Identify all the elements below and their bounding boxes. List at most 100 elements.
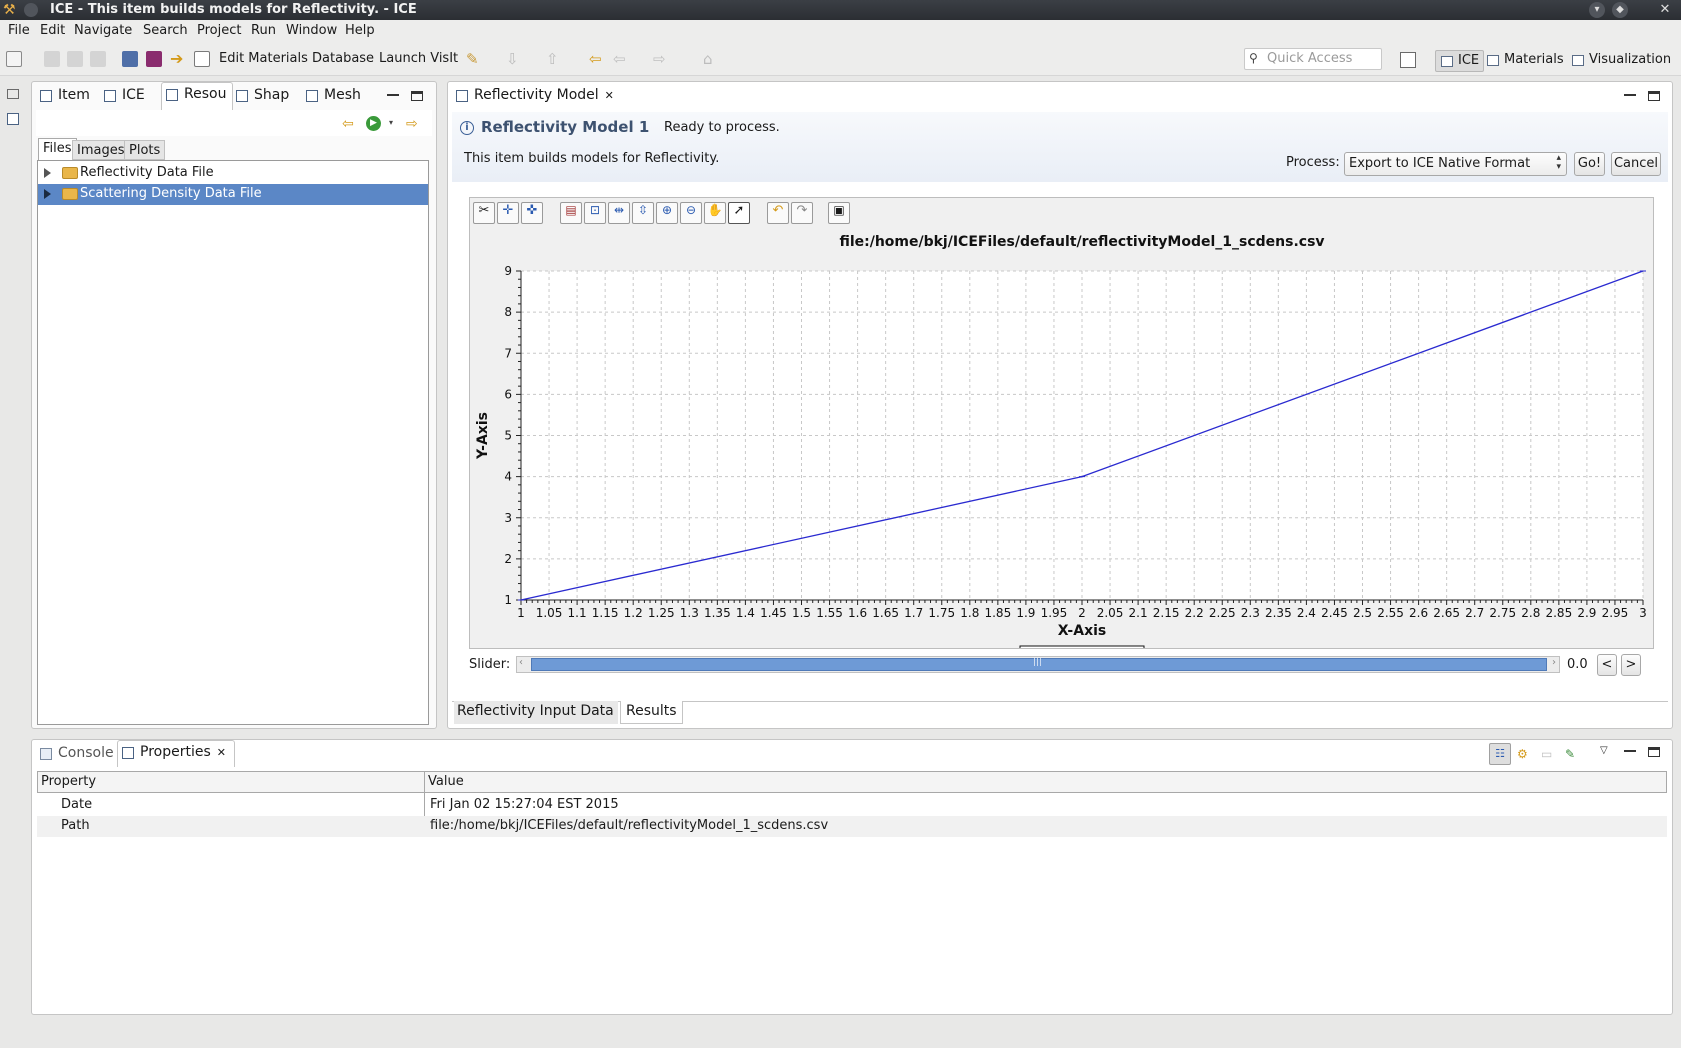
close-tab-icon[interactable]: ✕: [605, 89, 614, 102]
slider-right-arrow-icon[interactable]: ›: [1552, 657, 1556, 668]
cancel-button[interactable]: Cancel: [1611, 152, 1661, 176]
window-menu-button[interactable]: [24, 3, 38, 17]
table-row[interactable]: Path file:/home/bkj/ICEFiles/default/ref…: [37, 816, 1667, 837]
perspective-visualization[interactable]: Visualization: [1567, 50, 1675, 72]
menu-navigate[interactable]: Navigate: [74, 23, 132, 38]
editor-maximize-icon[interactable]: [1648, 91, 1660, 101]
process-select[interactable]: Export to ICE Native Format ▴ ▾: [1344, 152, 1567, 176]
tab-mesh[interactable]: Mesh: [302, 84, 361, 108]
close-tab-icon[interactable]: ✕: [217, 746, 226, 759]
tab-results[interactable]: Results: [620, 701, 683, 724]
redo-icon[interactable]: ↷: [791, 202, 813, 224]
bottom-maximize-icon[interactable]: [1648, 747, 1660, 757]
menu-project[interactable]: Project: [197, 23, 241, 38]
go-button[interactable]: Go!: [1574, 152, 1605, 176]
restore-icon[interactable]: [7, 89, 19, 99]
forward-icon[interactable]: ⇨: [653, 51, 669, 67]
snapshot-icon[interactable]: ▣: [828, 202, 850, 224]
zoom-out-icon[interactable]: ⊖: [680, 202, 702, 224]
expand-arrow-icon[interactable]: [44, 189, 51, 199]
add-cursor-icon[interactable]: ✛: [497, 202, 519, 224]
pan-hand-icon[interactable]: ✋: [704, 202, 726, 224]
new-icon[interactable]: [6, 51, 22, 67]
tab-properties[interactable]: Properties ✕: [117, 740, 235, 767]
slider-left-arrow-icon[interactable]: ‹: [519, 657, 523, 668]
close-window-button[interactable]: ✕: [1657, 2, 1673, 18]
left-minimize-icon[interactable]: [387, 92, 399, 96]
maximize-window-button[interactable]: ◆: [1612, 2, 1628, 18]
edit-materials-database-button[interactable]: Edit Materials Database: [219, 51, 374, 66]
tab-item[interactable]: Item: [36, 84, 90, 108]
show-advanced-icon[interactable]: ⚙: [1517, 747, 1528, 761]
pin-properties-icon[interactable]: ✎: [1565, 747, 1575, 761]
table-row[interactable]: Date Fri Jan 02 15:27:04 EST 2015: [37, 795, 1667, 816]
tab-resources[interactable]: Resou: [161, 82, 234, 110]
tree-item-scattering-density-data-file[interactable]: Scattering Density Data File: [38, 184, 428, 205]
play-dropdown-icon[interactable]: ▾: [389, 118, 393, 127]
slider-prev-button[interactable]: <: [1597, 654, 1617, 676]
slider-next-button[interactable]: >: [1621, 654, 1641, 676]
tab-reflectivity-model[interactable]: Reflectivity Model ✕: [452, 84, 614, 108]
tab-ice[interactable]: ICE: [100, 84, 145, 108]
launch-visit-button[interactable]: Launch VisIt: [379, 51, 458, 66]
back-arrow-icon[interactable]: ⇦: [342, 116, 354, 132]
view-menu-icon[interactable]: ▽: [1600, 745, 1608, 756]
forward-arrow-icon[interactable]: ⇨: [406, 116, 418, 132]
restore-default-icon[interactable]: ▭: [1541, 747, 1552, 761]
menu-edit[interactable]: Edit: [40, 23, 65, 38]
bottom-minimize-icon[interactable]: [1624, 748, 1636, 752]
xy-plot[interactable]: 1 1.05 1.1 1.15 1.2 1.25 1.3 1.35 1.4 1.45 1.5 1.55…: [469, 228, 1653, 648]
quick-access-input[interactable]: ⚲ Quick Access: [1244, 48, 1382, 70]
menu-file[interactable]: File: [8, 23, 30, 38]
images-subtab[interactable]: Images: [72, 140, 130, 160]
cut-icon[interactable]: ✂: [473, 202, 495, 224]
files-subtab[interactable]: Files: [38, 138, 77, 160]
open-perspective-icon[interactable]: [1400, 52, 1416, 68]
menu-help[interactable]: Help: [345, 23, 375, 38]
perspective-materials[interactable]: Materials: [1482, 50, 1568, 72]
zoom-in-icon[interactable]: ⊕: [656, 202, 678, 224]
zoom-rect-icon[interactable]: ⊡: [584, 202, 606, 224]
prev-annotation-icon[interactable]: ⇧: [546, 51, 562, 67]
minimize-window-button[interactable]: ▾: [1589, 2, 1605, 18]
wand-icon[interactable]: ✎: [466, 51, 482, 67]
show-categories-icon[interactable]: ☷: [1489, 743, 1511, 765]
menu-run[interactable]: Run: [251, 23, 276, 38]
save-all-icon[interactable]: [67, 51, 83, 67]
header-value[interactable]: Value: [428, 774, 464, 789]
minimized-view-icon[interactable]: [7, 113, 19, 125]
editor-minimize-icon[interactable]: [1624, 92, 1636, 96]
tab-shapes[interactable]: Shap: [232, 84, 289, 108]
menu-bar: File Edit Navigate Search Project Run Wi…: [0, 20, 1681, 42]
zoom-vertical-icon[interactable]: ⇳: [632, 202, 654, 224]
plots-subtab[interactable]: Plots: [124, 140, 166, 160]
slider-track[interactable]: ‹ ||| ›: [516, 656, 1560, 673]
tree-item-label: Reflectivity Data File: [80, 165, 214, 180]
tab-reflectivity-input-data[interactable]: Reflectivity Input Data: [454, 701, 618, 724]
autoscale-icon[interactable]: ▤: [560, 202, 582, 224]
print-icon[interactable]: [90, 51, 106, 67]
import-icon[interactable]: [122, 51, 138, 67]
last-edit-icon[interactable]: ⇦: [589, 51, 605, 67]
pin-editor-icon[interactable]: ⌂: [703, 51, 719, 67]
menu-window[interactable]: Window: [286, 23, 337, 38]
document-icon[interactable]: [194, 51, 210, 67]
remove-cursor-icon[interactable]: ✜: [521, 202, 543, 224]
next-annotation-icon[interactable]: ⇩: [506, 51, 522, 67]
grid-icon[interactable]: [146, 51, 162, 67]
left-maximize-icon[interactable]: [411, 91, 423, 101]
pointer-icon[interactable]: ➚: [728, 202, 750, 224]
tab-console[interactable]: Console: [36, 742, 114, 766]
undo-icon[interactable]: ↶: [767, 202, 789, 224]
back-icon[interactable]: ⇦: [613, 51, 629, 67]
arrow-right-icon[interactable]: ➔: [170, 51, 186, 67]
tree-item-reflectivity-data-file[interactable]: Reflectivity Data File: [38, 163, 428, 184]
expand-arrow-icon[interactable]: [44, 168, 51, 178]
zoom-horizontal-icon[interactable]: ⇹: [608, 202, 630, 224]
perspective-ice[interactable]: ICE: [1435, 50, 1485, 72]
x-tick-label: 2.5: [1353, 606, 1372, 620]
play-icon[interactable]: ▶: [366, 116, 381, 131]
save-icon[interactable]: [44, 51, 60, 67]
menu-search[interactable]: Search: [143, 23, 188, 38]
header-property[interactable]: Property: [41, 774, 96, 789]
